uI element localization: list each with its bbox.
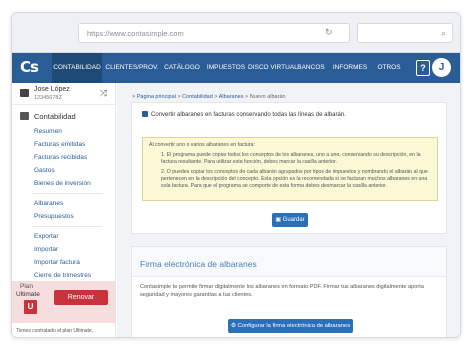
nav-disco-virtual[interactable]: DISCO VIRTUAL	[248, 53, 298, 83]
breadcrumb-current: Nuevo albarán	[249, 94, 286, 100]
gear-icon: ⚙	[230, 323, 238, 329]
save-button[interactable]: ▣ Guardar	[272, 213, 308, 227]
convert-checkbox-label: Convertir albaranes en facturas conserva…	[151, 112, 346, 118]
save-icon: ▣	[275, 217, 283, 223]
sidebar-item-gastos[interactable]: Gastos	[12, 164, 115, 177]
signature-card: Firma electrónica de albaranes Contasimp…	[131, 246, 447, 337]
configure-signature-button[interactable]: ⚙ Configurar la firma electrónica de alb…	[228, 319, 353, 333]
nav-contabilidad[interactable]: CONTABILIDAD	[52, 53, 102, 83]
user-row[interactable]: Jose López 12345678Z ⤨	[12, 83, 115, 105]
search-icon: ⌕	[440, 28, 446, 38]
user-card-icon	[20, 89, 29, 97]
sidebar-item-importar[interactable]: Importar	[12, 243, 115, 256]
info-notice: Al convertir uno o varios albaranes en f…	[142, 137, 438, 201]
top-navigation: Cs CONTABILIDAD CLIENTES/PROV. CATÁLOGO …	[12, 53, 460, 83]
sidebar: Jose López 12345678Z ⤨ Contabilidad Resu…	[12, 83, 116, 337]
plan-panel: Plan Ultimate U Renovar	[12, 281, 116, 323]
save-button-label: Guardar	[282, 217, 305, 223]
divider	[32, 226, 103, 227]
nav-bancos[interactable]: BANCOS	[295, 53, 327, 83]
divider	[32, 193, 103, 194]
notice-point-2: 2. O puedes copiar los conceptos de cada…	[161, 169, 428, 189]
sidebar-item-exportar[interactable]: Exportar	[12, 230, 115, 243]
renew-button[interactable]: Renovar	[54, 290, 108, 305]
breadcrumb-albaranes[interactable]: Albaranes	[219, 94, 244, 100]
settings-card: Convertir albaranes en facturas conserva…	[131, 102, 447, 234]
sidebar-item-presupuestos[interactable]: Presupuestos	[12, 210, 115, 223]
plan-note: Tienes contratado el plan Ultimate,	[16, 328, 94, 334]
sidebar-item-albaranes[interactable]: Albaranes	[12, 197, 115, 210]
app-window: https://www.contasimple.com ↻ ⌕ Cs CONTA…	[11, 12, 461, 338]
browser-search-input[interactable]: ⌕	[357, 23, 453, 43]
convert-checkbox-row[interactable]: Convertir albaranes en facturas conserva…	[142, 111, 346, 118]
sidebar-item-resumen[interactable]: Resumen	[12, 125, 115, 138]
user-name: Jose López	[34, 86, 70, 93]
nav-clientes-prov[interactable]: CLIENTES/PROV.	[104, 53, 160, 83]
url-bar[interactable]: https://www.contasimple.com	[78, 23, 350, 43]
breadcrumb: > Página principal > Contabilidad > Alba…	[132, 94, 286, 100]
main-content: > Página principal > Contabilidad > Alba…	[117, 83, 460, 337]
convert-checkbox[interactable]	[142, 111, 148, 117]
plan-name: Ultimate	[16, 291, 40, 298]
configure-signature-label: Configurar la firma electrónica de albar…	[237, 323, 351, 329]
nav-otros[interactable]: OTROS	[372, 53, 406, 83]
sidebar-item-importar-factura[interactable]: Importar factura	[12, 256, 115, 269]
nav-catalogo[interactable]: CATÁLOGO	[162, 53, 202, 83]
ledger-icon	[20, 112, 29, 120]
reload-icon[interactable]: ↻	[325, 27, 333, 38]
breadcrumb-home[interactable]: Página principal	[137, 94, 176, 100]
browser-toolbar: https://www.contasimple.com ↻ ⌕	[12, 13, 460, 53]
help-button[interactable]: ?	[416, 60, 430, 76]
avatar[interactable]: J	[432, 58, 451, 77]
swap-arrows-icon[interactable]: ⤨	[100, 88, 107, 99]
sidebar-item-bienes-inversion[interactable]: Bienes de inversión	[12, 177, 115, 190]
plan-label: Plan	[20, 283, 34, 290]
contasimple-logo[interactable]: Cs	[20, 58, 50, 78]
breadcrumb-contabilidad[interactable]: Contabilidad	[182, 94, 213, 100]
sidebar-item-facturas-recibidas[interactable]: Facturas recibidas	[12, 151, 115, 164]
signature-description: Contasimple te permite firmar digitalmen…	[140, 284, 424, 298]
nav-impuestos[interactable]: IMPUESTOS	[206, 53, 246, 83]
user-id: 12345678Z	[34, 95, 62, 101]
plan-badge: U	[24, 300, 37, 314]
section-contabilidad: Contabilidad	[12, 105, 115, 125]
nav-informes[interactable]: INFORMES	[330, 53, 370, 83]
notice-point-1: 1. El programa puede copiar todos los co…	[161, 152, 421, 165]
notice-intro: Al convertir uno o varios albaranes en f…	[149, 142, 255, 148]
signature-title: Firma electrónica de albaranes	[132, 247, 446, 277]
sidebar-item-facturas-emitidas[interactable]: Facturas emitidas	[12, 138, 115, 151]
section-title: Contabilidad	[34, 112, 76, 121]
